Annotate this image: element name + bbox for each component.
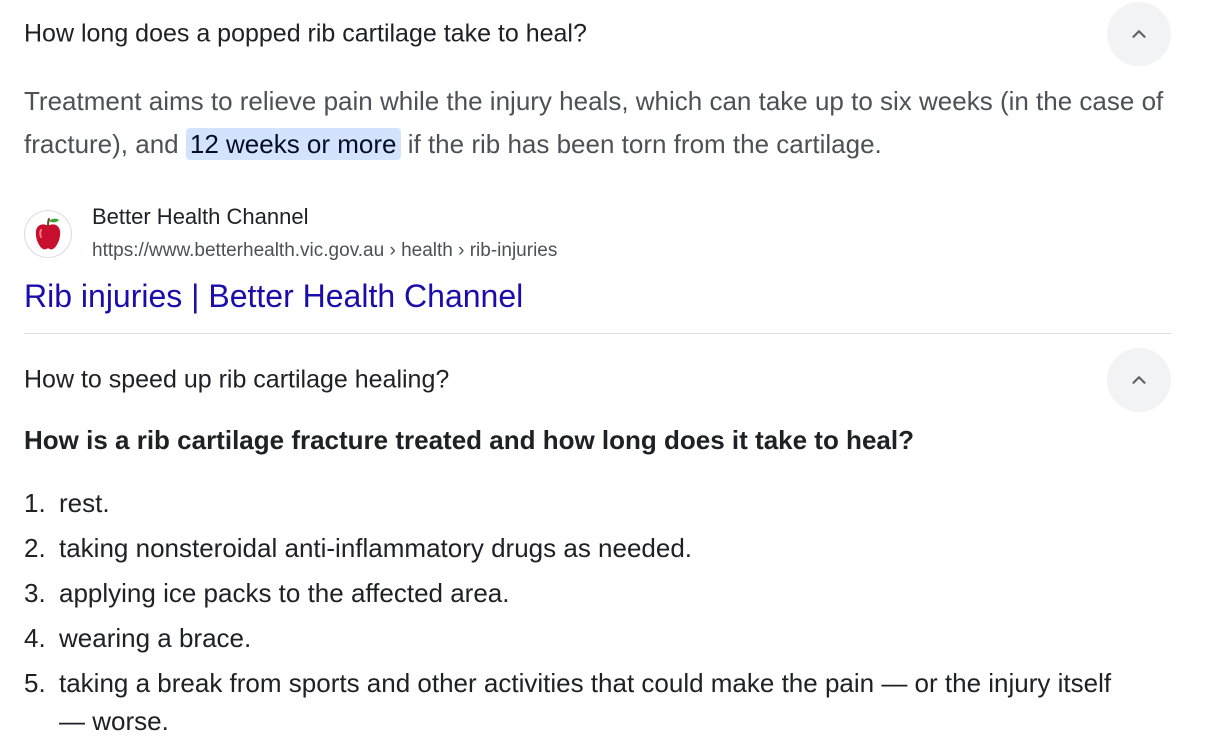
list-item-text: taking nonsteroidal anti-inflammatory dr…: [59, 533, 693, 563]
list-item: 5. taking a break from sports and other a…: [24, 664, 1124, 740]
chevron-up-icon: [1132, 376, 1146, 384]
source-name: Better Health Channel: [92, 204, 309, 229]
list-item: 1. rest.: [24, 484, 1124, 522]
list-item-number: 3.: [24, 578, 46, 608]
list-item-number: 2.: [24, 533, 46, 563]
apple-icon: [35, 218, 61, 250]
answer-highlight: 12 weeks or more: [185, 128, 401, 160]
list-item: 2. taking nonsteroidal anti-inflammatory …: [24, 529, 1124, 567]
collapse-button[interactable]: [1107, 348, 1171, 412]
faq-answer: Treatment aims to relieve pain while the…: [24, 80, 1174, 166]
collapse-button[interactable]: [1107, 2, 1171, 66]
result-title-link[interactable]: Rib injuries | Better Health Channel: [24, 278, 523, 315]
answer-heading: How is a rib cartilage fracture treated …: [24, 425, 914, 455]
answer-text-end: if the rib has been torn from the cartil…: [400, 129, 882, 159]
list-item-number: 4.: [24, 623, 46, 653]
list-item-text: applying ice packs to the affected area.: [59, 578, 510, 608]
list-item: 4. wearing a brace.: [24, 619, 1124, 657]
list-item-number: 1.: [24, 488, 46, 518]
source-url: https://www.betterhealth.vic.gov.au › he…: [92, 240, 558, 261]
result-source[interactable]: Better Health Channel https://www.better…: [24, 204, 924, 274]
list-item-text: wearing a brace.: [59, 623, 252, 653]
faq-question[interactable]: How to speed up rib cartilage healing?: [24, 366, 449, 395]
faq-question[interactable]: How long does a popped rib cartilage tak…: [24, 20, 587, 49]
list-item-number: 5.: [24, 668, 46, 698]
chevron-up-icon: [1132, 30, 1146, 38]
divider: [24, 333, 1171, 334]
list-item-text: taking a break from sports and other act…: [59, 668, 1112, 736]
faq-question-row[interactable]: How long does a popped rib cartilage tak…: [24, 2, 1171, 66]
treatment-list: 1. rest. 2. taking nonsteroidal anti-infla…: [24, 484, 1124, 747]
list-item: 3. applying ice packs to the affected are…: [24, 574, 1124, 612]
list-item-text: rest.: [59, 488, 110, 518]
site-favicon: [24, 210, 72, 258]
faq-question-row[interactable]: How to speed up rib cartilage healing?: [24, 348, 1171, 412]
